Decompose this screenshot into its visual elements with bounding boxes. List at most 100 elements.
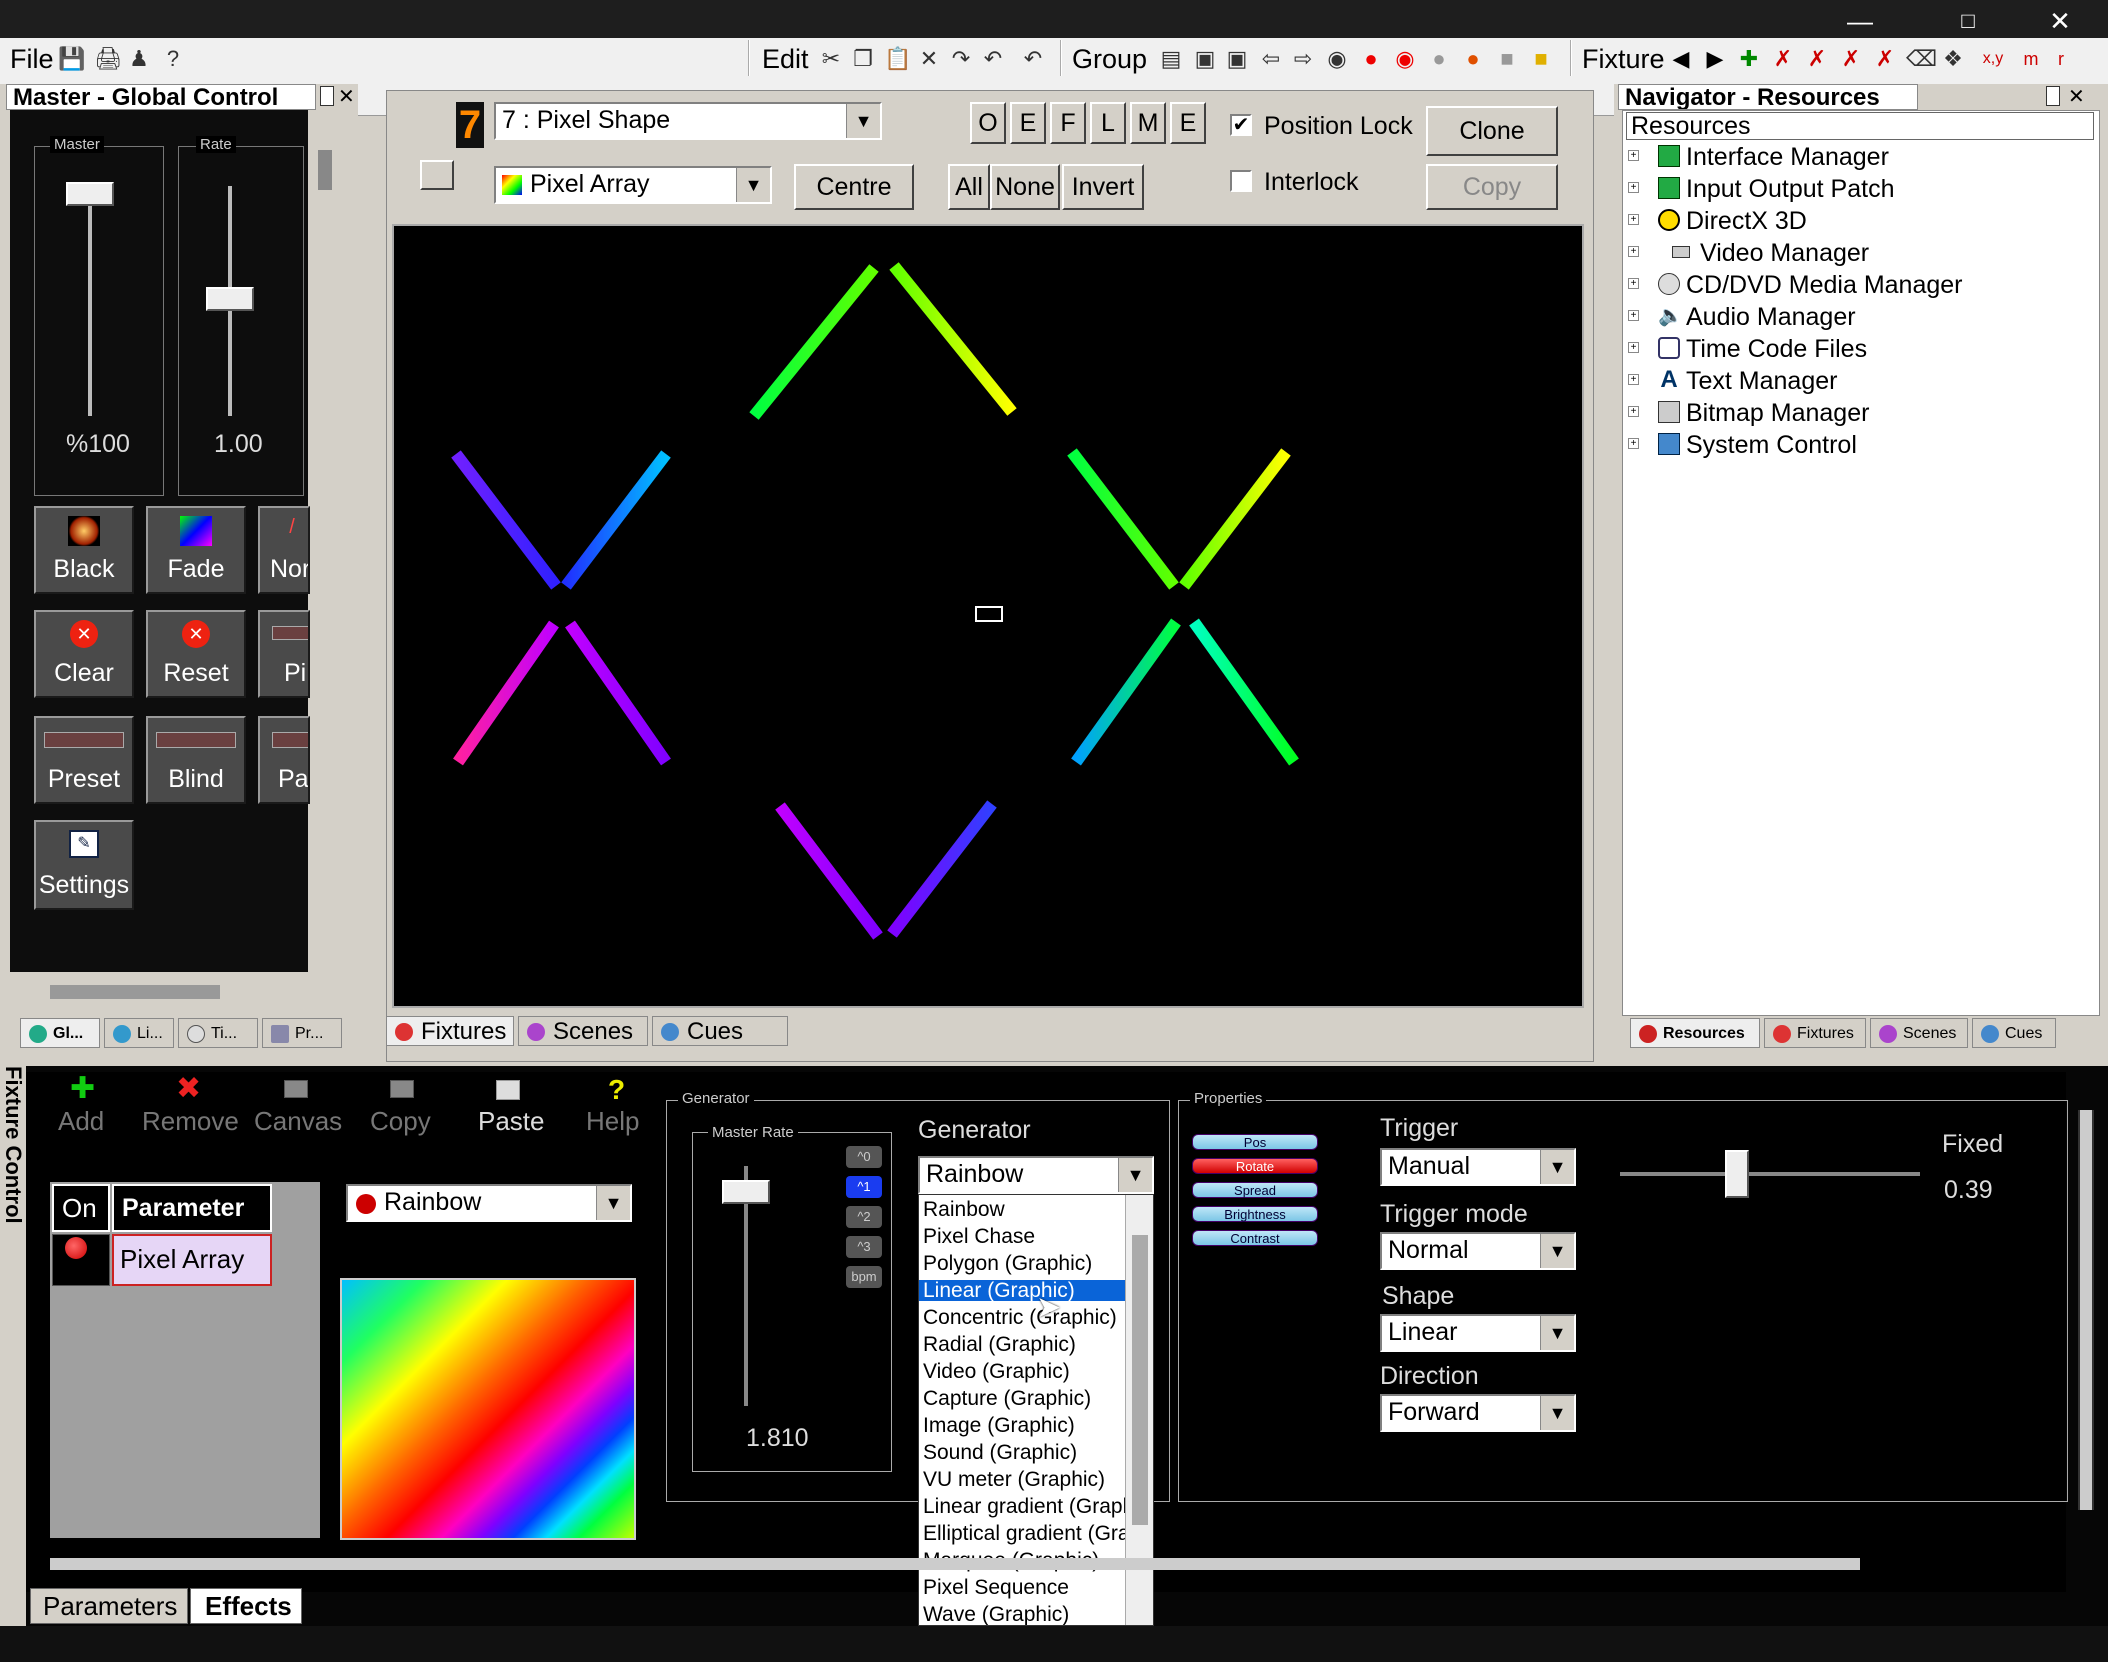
group-menu[interactable]: Group (1072, 44, 1147, 75)
pixel-button[interactable]: Pi (258, 610, 310, 698)
all-button[interactable]: All (948, 164, 990, 210)
expand-icon[interactable]: + (1628, 310, 1639, 321)
rate-bpm-button[interactable]: bpm (846, 1266, 882, 1288)
f-button[interactable]: F (1050, 102, 1086, 144)
chevron-down-icon[interactable]: ▼ (1540, 1150, 1574, 1184)
generator-option[interactable]: Linear (Graphic) (919, 1280, 1125, 1301)
expand-icon[interactable]: + (1628, 438, 1639, 449)
master-hscroll-thumb[interactable] (50, 985, 220, 999)
shape-select[interactable]: Linear ▼ (1380, 1314, 1576, 1352)
none-button[interactable]: None (990, 164, 1060, 210)
row-parameter-cell[interactable]: Pixel Array (112, 1234, 272, 1286)
tab-global[interactable]: Gl... (20, 1018, 100, 1048)
arrow-left-icon[interactable]: ⇦ (1258, 46, 1284, 72)
tab-effects[interactable]: Effects (190, 1588, 302, 1624)
reset-button[interactable]: ✕ Reset (146, 610, 246, 698)
tab-parameters[interactable]: Parameters (30, 1588, 188, 1624)
group-lock-icon[interactable]: ▣ (1224, 46, 1250, 72)
file-menu[interactable]: File (10, 44, 54, 75)
paste-icon[interactable]: 📋 (884, 46, 911, 72)
generator-option[interactable]: Linear gradient (Graphic) (919, 1496, 1153, 1517)
generator-option[interactable]: VU meter (Graphic) (919, 1469, 1125, 1490)
xy-icon[interactable]: x,y (1976, 46, 2010, 72)
generator-option[interactable]: Pixel Chase (919, 1226, 1125, 1247)
m-button[interactable]: M (1130, 102, 1166, 144)
fixture-tool1-icon[interactable]: ✗ (1770, 46, 1796, 72)
next-icon[interactable]: ▶ (1702, 46, 1728, 72)
group-tool-icon[interactable]: ▤ (1158, 46, 1184, 72)
help-icon[interactable]: ? (160, 46, 186, 72)
users-icon[interactable]: ♟ (126, 46, 152, 72)
master-fader-thumb[interactable] (66, 182, 114, 206)
chevron-down-icon[interactable]: ▼ (596, 1186, 630, 1220)
tab-timers[interactable]: Ti... (178, 1018, 258, 1048)
generator-select[interactable]: Rainbow ▼ (918, 1156, 1154, 1194)
paste-effect-button[interactable]: Paste (478, 1106, 545, 1137)
blind-button[interactable]: Blind (146, 716, 246, 804)
navigator-root[interactable]: Resources (1626, 112, 2094, 140)
rate-pow3-button[interactable]: ^3 (846, 1236, 882, 1258)
position-lock-checkbox[interactable]: ✔ (1230, 114, 1252, 136)
undo2-icon[interactable]: ↶ (1020, 46, 1046, 72)
rate-pow1-button[interactable]: ^1 (846, 1176, 882, 1198)
centre-button[interactable]: Centre (794, 164, 914, 210)
expand-icon[interactable]: + (1628, 278, 1639, 289)
binoculars-icon[interactable]: ◉ (1324, 46, 1350, 72)
edit-menu[interactable]: Edit (762, 44, 809, 75)
delete-icon[interactable]: ✕ (916, 46, 942, 72)
add-button[interactable]: Add (58, 1106, 104, 1137)
panel-dock-icon[interactable] (2046, 86, 2060, 106)
fade-button[interactable]: Fade (146, 506, 246, 594)
rate-pow0-button[interactable]: ^0 (846, 1146, 882, 1168)
save-icon[interactable]: 💾 (58, 46, 85, 72)
generator-option[interactable]: Polygon (Graphic) (919, 1253, 1125, 1274)
master-vscroll-thumb[interactable] (318, 150, 332, 190)
orange-dot-icon[interactable]: ● (1460, 46, 1486, 72)
fixture-tool4-icon[interactable]: ✗ (1872, 46, 1898, 72)
fixed-slider-thumb[interactable] (1725, 1150, 1749, 1198)
tab-fixtures[interactable]: Fixtures (386, 1016, 514, 1046)
chevron-down-icon[interactable]: ▼ (1540, 1234, 1574, 1268)
fixture-tool3-icon[interactable]: ✗ (1838, 46, 1864, 72)
fixture-control-hscroll[interactable] (50, 1558, 1860, 1570)
generator-option[interactable]: Capture (Graphic) (919, 1388, 1125, 1409)
settings-button[interactable]: ✎ Settings (34, 820, 134, 910)
e2-button[interactable]: E (1170, 102, 1206, 144)
clear-button[interactable]: ✕ Clear (34, 610, 134, 698)
maximize-icon[interactable]: □ (1948, 8, 1988, 34)
cut-icon[interactable]: ✂ (818, 46, 844, 72)
chevron-down-icon[interactable]: ▼ (1118, 1158, 1152, 1192)
yellow-square-icon[interactable]: ■ (1528, 46, 1554, 72)
brightness-button[interactable]: Brightness (1192, 1206, 1318, 1222)
generator-option[interactable]: Video (Graphic) (919, 1361, 1125, 1382)
pos-button[interactable]: Pos (1192, 1134, 1318, 1150)
generator-option[interactable]: Elliptical gradient (Graphic) (919, 1523, 1153, 1544)
fixture-control-vscroll[interactable] (2078, 1110, 2094, 1510)
expand-icon[interactable]: + (1628, 406, 1639, 417)
tab-lists[interactable]: Li... (104, 1018, 174, 1048)
chevron-down-icon[interactable]: ▼ (736, 168, 770, 202)
preset-button[interactable]: Preset (34, 716, 134, 804)
generator-option[interactable]: Pixel Sequence (919, 1577, 1125, 1598)
minimize-icon[interactable]: — (1840, 8, 1880, 34)
interlock-checkbox[interactable] (1230, 170, 1252, 192)
tab-nav-fixtures[interactable]: Fixtures (1764, 1018, 1866, 1048)
direction-select[interactable]: Forward ▼ (1380, 1394, 1576, 1432)
tab-scenes[interactable]: Scenes (518, 1016, 648, 1046)
redo-icon[interactable]: ↷ (948, 46, 974, 72)
remove-button[interactable]: Remove (142, 1106, 239, 1137)
generator-option[interactable]: Sound (Graphic) (919, 1442, 1125, 1463)
r-icon[interactable]: r (2048, 46, 2074, 72)
fixture-control-vscroll-thumb[interactable] (2080, 1110, 2092, 1510)
eraser-icon[interactable]: ⌫ (1906, 46, 1937, 72)
panel-close-icon[interactable]: ✕ (2068, 84, 2085, 109)
trigger-mode-select[interactable]: Normal ▼ (1380, 1232, 1576, 1270)
expand-icon[interactable]: + (1628, 214, 1639, 225)
expand-icon[interactable]: + (1628, 246, 1639, 257)
generator-option[interactable]: Wave (Graphic) (919, 1604, 1125, 1625)
mode-select[interactable]: Pixel Array ▼ (494, 166, 772, 204)
black-button[interactable]: Black (34, 506, 134, 594)
expand-icon[interactable]: + (1628, 374, 1639, 385)
rotate-button[interactable]: Rotate (1192, 1158, 1318, 1174)
dropdown-scroll-thumb[interactable] (1132, 1235, 1148, 1525)
